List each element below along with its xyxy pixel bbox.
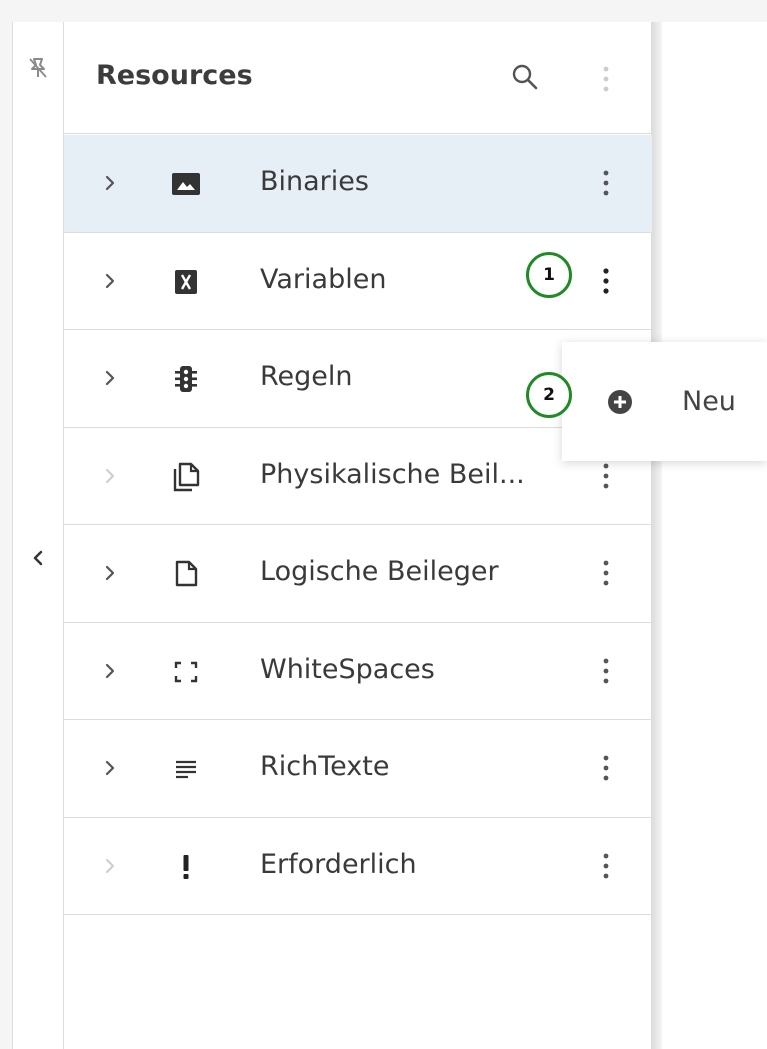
copy-pages-icon: [173, 462, 200, 491]
exclamation-icon: [183, 854, 189, 879]
resource-label: RichTexte: [260, 751, 390, 782]
panel-header: Resources: [64, 22, 652, 134]
kebab-menu-icon[interactable]: [594, 555, 618, 591]
chevron-right-icon: [105, 858, 115, 873]
kebab-menu-icon[interactable]: [594, 653, 618, 689]
resource-label: Physikalische Beil...: [260, 458, 525, 490]
main-content-area: [662, 22, 767, 1049]
panel-shadow: [652, 22, 662, 1049]
resource-list: Binaries Variablen Regeln Physikalische …: [64, 135, 652, 915]
menu-item-neu[interactable]: Neu: [562, 342, 767, 461]
crop-frame-icon: [174, 661, 198, 682]
kebab-menu-icon[interactable]: [594, 263, 618, 299]
variable-icon: [175, 269, 197, 294]
chevron-right-icon: [105, 468, 115, 483]
resources-panel: Resources Binaries Variablen Regeln Phys…: [64, 22, 652, 1049]
text-lines-icon: [176, 760, 196, 779]
traffic-light-icon: [175, 366, 197, 392]
kebab-menu-icon[interactable]: [594, 165, 618, 201]
search-icon[interactable]: [510, 62, 540, 92]
chevron-right-icon[interactable]: [100, 756, 120, 780]
step-callout-2: 2: [526, 372, 572, 418]
collapsed-sidebar-strip: [12, 22, 64, 1049]
more-vert-icon[interactable]: [594, 62, 618, 96]
resource-label: Erforderlich: [260, 848, 417, 880]
menu-item-label: Neu: [682, 386, 736, 417]
resource-row-richtexte[interactable]: RichTexte: [64, 720, 652, 818]
resource-label: Logische Beileger: [260, 556, 499, 587]
collapse-panel-icon[interactable]: [28, 548, 48, 568]
resource-label: Variablen: [260, 263, 387, 295]
unpin-icon[interactable]: [27, 56, 49, 80]
image-icon: [172, 173, 200, 195]
chevron-right-icon[interactable]: [100, 366, 120, 390]
resource-label: Regeln: [260, 361, 353, 392]
add-circle-icon: [608, 390, 632, 414]
kebab-menu-icon[interactable]: [594, 458, 618, 494]
step-callout-1: 1: [526, 252, 572, 298]
resource-row-binaries[interactable]: Binaries: [64, 135, 652, 233]
kebab-menu-icon[interactable]: [594, 750, 618, 786]
context-menu: Neu: [562, 342, 767, 461]
resource-row-whitespaces[interactable]: WhiteSpaces: [64, 623, 652, 720]
kebab-menu-icon[interactable]: [594, 848, 618, 884]
chevron-right-icon[interactable]: [100, 171, 120, 195]
chevron-right-icon[interactable]: [100, 659, 120, 683]
chevron-right-icon[interactable]: [100, 269, 120, 293]
resource-label: Binaries: [260, 166, 369, 197]
page-icon: [175, 560, 198, 587]
resource-label: WhiteSpaces: [260, 653, 435, 685]
chevron-right-icon[interactable]: [100, 561, 120, 585]
resource-row-logische-beileger[interactable]: Logische Beileger: [64, 525, 652, 623]
resource-row-erforderlich[interactable]: Erforderlich: [64, 818, 652, 915]
panel-title: Resources: [96, 60, 253, 91]
